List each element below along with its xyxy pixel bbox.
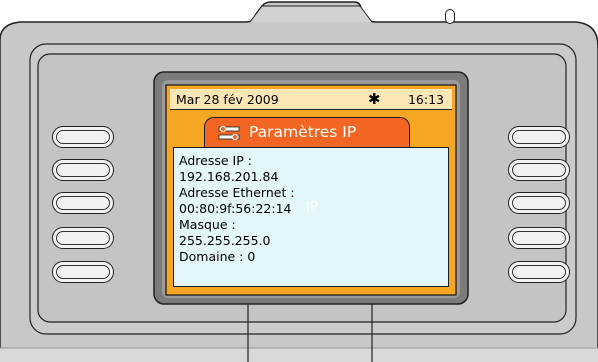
ip-value: 192.168.201.84 bbox=[179, 169, 279, 184]
title-tab: Paramètres IP bbox=[204, 117, 410, 147]
status-bar: Mar 28 fév 2009 ✱ 16:13 bbox=[170, 89, 452, 110]
left-softkey-1[interactable] bbox=[52, 126, 114, 148]
mac-value: 00:80:9f:56:22:14 bbox=[179, 201, 292, 216]
right-softkey-4[interactable] bbox=[508, 227, 570, 249]
mac-label: Adresse Ethernet : bbox=[179, 185, 295, 200]
wrench-icon bbox=[218, 125, 240, 141]
right-softkey-3[interactable] bbox=[508, 192, 570, 214]
page-title: Paramètres IP bbox=[249, 123, 357, 141]
mask-label: Masque : bbox=[179, 217, 236, 232]
indicator-led bbox=[445, 9, 455, 24]
mask-value: 255.255.255.0 bbox=[179, 233, 271, 248]
status-time: 16:13 bbox=[407, 92, 444, 107]
left-softkey-5[interactable] bbox=[52, 261, 114, 283]
left-softkey-2[interactable] bbox=[52, 159, 114, 181]
right-softkey-2[interactable] bbox=[508, 159, 570, 181]
ip-info-panel: Adresse IP : 192.168.201.84 Adresse Ethe… bbox=[173, 147, 449, 287]
ip-label: Adresse IP : bbox=[179, 153, 252, 168]
right-softkey-5[interactable] bbox=[508, 261, 570, 283]
sun-icon: ✱ bbox=[368, 90, 381, 108]
left-softkey-3[interactable] bbox=[52, 192, 114, 214]
left-softkey-4[interactable] bbox=[52, 227, 114, 249]
display-screen: Mar 28 fév 2009 ✱ 16:13 Paramètres IP Ad… bbox=[166, 85, 456, 295]
ghost-ip-text: IP bbox=[306, 200, 318, 215]
right-softkey-1[interactable] bbox=[508, 126, 570, 148]
status-date: Mar 28 fév 2009 bbox=[176, 92, 279, 107]
domain-value: Domaine : 0 bbox=[179, 249, 256, 264]
phone-device: Mar 28 fév 2009 ✱ 16:13 Paramètres IP Ad… bbox=[0, 0, 598, 362]
